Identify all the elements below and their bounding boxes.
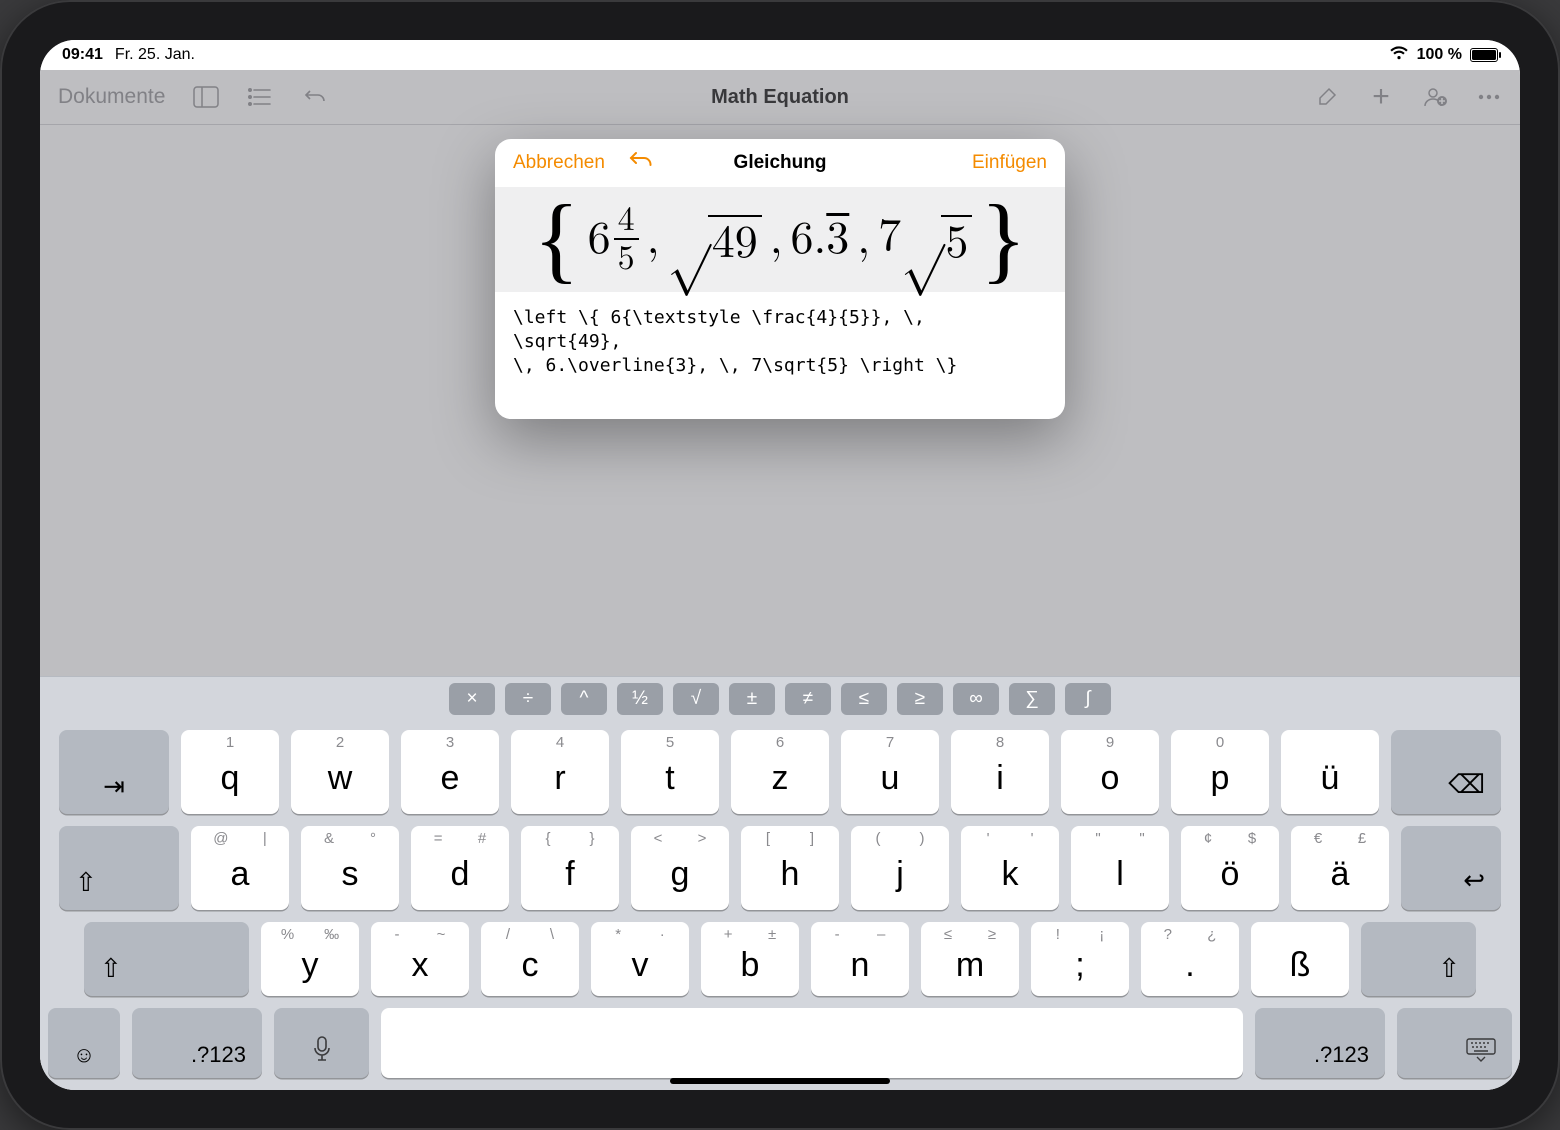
shift-key-right[interactable]: ⇧ (1361, 922, 1476, 996)
repeating-decimal: 6.3 (791, 212, 850, 267)
shortcut-key-∑[interactable]: ∑ (1009, 683, 1055, 715)
key-r[interactable]: 4r (511, 730, 609, 814)
key-f[interactable]: {}f (521, 826, 619, 910)
key-a[interactable]: @|a (191, 826, 289, 910)
onscreen-keyboard: ⇥ 1q2w3e4r5t6z7u8i9o0pü⌫ ⇧ @|a&°s=#d{}f<… (40, 720, 1520, 1090)
battery-pct: 100 % (1417, 46, 1462, 64)
key-v[interactable]: *·v (591, 922, 689, 996)
backspace-key[interactable]: ⌫ (1391, 730, 1501, 814)
status-time: 09:41 (62, 46, 103, 64)
key-t[interactable]: 5t (621, 730, 719, 814)
key-l[interactable]: ""l (1071, 826, 1169, 910)
key-e[interactable]: 3e (401, 730, 499, 814)
key-ü[interactable]: ü (1281, 730, 1379, 814)
frac-denominator: 5 (618, 240, 635, 276)
shortcut-key-×[interactable]: × (449, 683, 495, 715)
key-h[interactable]: []h (741, 826, 839, 910)
number-key-left[interactable]: .?123 (132, 1008, 262, 1078)
key-i[interactable]: 8i (951, 730, 1049, 814)
sqrt-49: √49 (667, 209, 761, 270)
key-n[interactable]: -–n (811, 922, 909, 996)
status-bar: 09:41 Fr. 25. Jan. 100 % (40, 40, 1520, 70)
screen: 09:41 Fr. 25. Jan. 100 % Dokumente (40, 40, 1520, 1090)
key-.[interactable]: ?¿. (1141, 922, 1239, 996)
shortcut-key-∫[interactable]: ∫ (1065, 683, 1111, 715)
comma: , (770, 212, 783, 267)
return-key[interactable]: ↩ (1401, 826, 1501, 910)
key-j[interactable]: ()j (851, 826, 949, 910)
key-c[interactable]: /\c (481, 922, 579, 996)
shortcut-key-∞[interactable]: ∞ (953, 683, 999, 715)
math-shortcut-bar: × ÷ ^ ½ √ ± ≠ ≤ ≥ ∞ ∑ ∫ (40, 676, 1520, 720)
shortcut-key-÷[interactable]: ÷ (505, 683, 551, 715)
battery-icon (1470, 48, 1498, 62)
equation-modal: Abbrechen Gleichung Einfügen { 6 4 5 (495, 139, 1065, 419)
device-frame: 09:41 Fr. 25. Jan. 100 % Dokumente (0, 0, 1560, 1130)
left-brace: { (534, 201, 580, 278)
number-key-right[interactable]: .?123 (1255, 1008, 1385, 1078)
latex-input[interactable]: \left \{ 6{\textstyle \frac{4}{5}}, \, \… (495, 292, 1065, 419)
status-date: Fr. 25. Jan. (115, 46, 195, 64)
key-ß[interactable]: ß (1251, 922, 1349, 996)
radicand-1: 49 (708, 215, 762, 270)
equation-preview: { 6 4 5 , √49 , 6.3 (495, 187, 1065, 292)
key-s[interactable]: &°s (301, 826, 399, 910)
home-indicator[interactable] (670, 1078, 890, 1084)
mixed-whole: 6 (588, 212, 611, 267)
key-m[interactable]: ≤≥m (921, 922, 1019, 996)
key-w[interactable]: 2w (291, 730, 389, 814)
key-b[interactable]: +±b (701, 922, 799, 996)
caps-key[interactable]: ⇧ (59, 826, 179, 910)
insert-button[interactable]: Einfügen (972, 152, 1047, 174)
undo-equation-button[interactable] (627, 149, 653, 177)
key-;[interactable]: !¡; (1031, 922, 1129, 996)
decimal-repeat: 3 (826, 216, 849, 262)
key-d[interactable]: =#d (411, 826, 509, 910)
cancel-button[interactable]: Abbrechen (513, 152, 605, 174)
seven-root-five: 7 √5 (878, 209, 972, 270)
mixed-number: 6 4 5 (588, 203, 639, 276)
radicand-2: 5 (941, 215, 972, 270)
shortcut-key-≥[interactable]: ≥ (897, 683, 943, 715)
frac-numerator: 4 (614, 203, 639, 240)
key-ä[interactable]: €£ä (1291, 826, 1389, 910)
key-p[interactable]: 0p (1171, 730, 1269, 814)
dismiss-keyboard-key[interactable] (1397, 1008, 1512, 1078)
shortcut-key-^[interactable]: ^ (561, 683, 607, 715)
key-k[interactable]: ''k (961, 826, 1059, 910)
emoji-key[interactable]: ☺ (48, 1008, 120, 1078)
shortcut-key-½[interactable]: ½ (617, 683, 663, 715)
key-x[interactable]: -~x (371, 922, 469, 996)
shortcut-key-≤[interactable]: ≤ (841, 683, 887, 715)
right-brace: } (980, 201, 1026, 278)
tab-key[interactable]: ⇥ (59, 730, 169, 814)
dictation-key[interactable] (274, 1008, 369, 1078)
key-g[interactable]: <>g (631, 826, 729, 910)
wifi-icon (1389, 46, 1409, 65)
key-ö[interactable]: ¢$ö (1181, 826, 1279, 910)
decimal-int: 6. (791, 216, 827, 262)
key-y[interactable]: %‰y (261, 922, 359, 996)
shortcut-key-√[interactable]: √ (673, 683, 719, 715)
keyboard-area: × ÷ ^ ½ √ ± ≠ ≤ ≥ ∞ ∑ ∫ ⇥ 1q2w3e4r5t6z7u8i9o0pü⌫ ⇧ … (40, 676, 1520, 1090)
shortcut-key-≠[interactable]: ≠ (785, 683, 831, 715)
key-q[interactable]: 1q (181, 730, 279, 814)
key-o[interactable]: 9o (1061, 730, 1159, 814)
modal-header: Abbrechen Gleichung Einfügen (495, 139, 1065, 187)
comma: , (647, 212, 660, 267)
comma: , (857, 212, 870, 267)
key-u[interactable]: 7u (841, 730, 939, 814)
key-z[interactable]: 6z (731, 730, 829, 814)
spacebar-key[interactable] (381, 1008, 1243, 1078)
shortcut-key-±[interactable]: ± (729, 683, 775, 715)
shift-key-left[interactable]: ⇧ (84, 922, 249, 996)
coef-7: 7 (878, 209, 901, 264)
